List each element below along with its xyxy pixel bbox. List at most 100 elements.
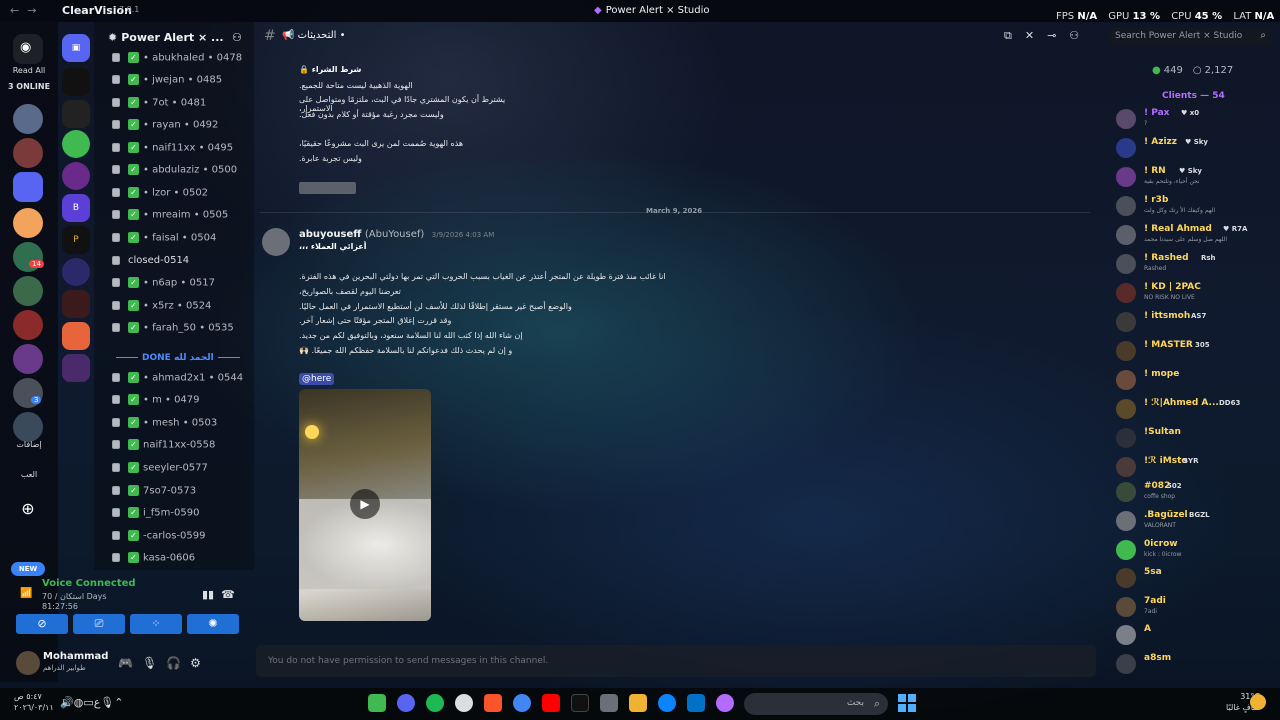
activity-button[interactable]: ⁘	[130, 614, 182, 634]
channel-item[interactable]: ✓ • 7ot • 0481	[112, 97, 252, 117]
edge-icon[interactable]	[658, 694, 676, 712]
avatar[interactable]	[16, 651, 40, 675]
server-icon[interactable]	[62, 100, 90, 128]
server-icon[interactable]	[13, 138, 43, 168]
screen-share-button[interactable]: ⎚	[73, 614, 125, 634]
play-icon[interactable]: ▶	[350, 489, 380, 519]
channel-item[interactable]: ✓ • lzor • 0502	[112, 187, 252, 207]
member-item[interactable]: !ℛ iMsto SYR	[1116, 455, 1276, 481]
read-all-button[interactable]: Read All	[0, 66, 58, 75]
channel-item[interactable]: ✓ • x5rz • 0524	[112, 300, 252, 320]
member-item[interactable]: ! KD | 2PAC NO RISK NO LIVE	[1116, 281, 1276, 307]
user-controls[interactable]: 🎮🎙🎧⚙	[118, 656, 210, 670]
server-icon[interactable]	[62, 354, 90, 382]
server-icon[interactable]	[13, 344, 43, 374]
channel-item[interactable]: ✓ -carlos-0599	[112, 530, 252, 550]
taskbar-search[interactable]: بحث ⌕	[744, 693, 888, 715]
camera-off-button[interactable]: ⊘	[16, 614, 68, 634]
avatar[interactable]	[262, 228, 290, 256]
server-icon[interactable]	[62, 162, 90, 190]
channel-item[interactable]: ✓ • abdulaziz • 0500	[112, 164, 252, 184]
member-item[interactable]: 7adi 7adi	[1116, 595, 1276, 621]
app-icon[interactable]	[368, 694, 386, 712]
server-icon[interactable]	[62, 290, 90, 318]
server-icon[interactable]	[62, 322, 90, 350]
member-item[interactable]: ! ittsmoh AS7	[1116, 310, 1276, 336]
tiktok-icon[interactable]	[571, 694, 589, 712]
copilot-icon[interactable]	[716, 694, 734, 712]
server-icon[interactable]	[13, 208, 43, 238]
app-icon[interactable]	[455, 694, 473, 712]
signal-icon[interactable]: 📶	[20, 588, 32, 599]
spoiler-block[interactable]	[299, 182, 356, 194]
member-item[interactable]: A	[1116, 623, 1276, 649]
discord-home-icon[interactable]: ◉	[13, 34, 43, 64]
outlook-icon[interactable]	[687, 694, 705, 712]
member-item[interactable]: ! MASTER 305	[1116, 339, 1276, 365]
server-icon[interactable]	[13, 310, 43, 340]
soundboard-button[interactable]: ✺	[187, 614, 239, 634]
member-item[interactable]: ! mope	[1116, 368, 1276, 394]
voice-status[interactable]: Voice Connected	[42, 578, 136, 589]
member-item[interactable]: ! r3b الهم وكيفك الأ رتك وكل ولت	[1116, 194, 1276, 220]
channel-item[interactable]: ✓ • naif11xx • 0495	[112, 142, 252, 162]
member-item[interactable]: 5sa	[1116, 566, 1276, 592]
brave-icon[interactable]	[484, 694, 502, 712]
server-icon[interactable]	[62, 258, 90, 286]
system-tray[interactable]: 🔊◍▭ع🎙⌃	[60, 696, 123, 709]
channel-item[interactable]: ✓ seeyler-0577	[112, 462, 252, 482]
windows-start-icon[interactable]	[898, 694, 916, 712]
server-icon[interactable]: B	[62, 194, 90, 222]
mention-here[interactable]: @here	[299, 373, 335, 385]
channel-item[interactable]: ✓ • mesh • 0503	[112, 417, 252, 437]
channel-item[interactable]: ✓ • rayan • 0492	[112, 119, 252, 139]
channel-item[interactable]: ✓ • farah_50 • 0535	[112, 322, 252, 342]
channel-item[interactable]: closed-0514	[112, 255, 252, 275]
channel-item[interactable]: ✓ • n6ap • 0517	[112, 277, 252, 297]
add-member-icon[interactable]: ⚇	[232, 31, 242, 44]
server-icon[interactable]: 14	[13, 242, 44, 272]
member-item[interactable]: ! Rashed Rsh Rashed	[1116, 252, 1276, 278]
member-item[interactable]: 0icrow kick : 0icrow	[1116, 538, 1276, 564]
add-server-icon[interactable]: ⊕	[13, 494, 43, 524]
server-icon[interactable]	[62, 68, 90, 96]
channel-item[interactable]: ✓ • faisal • 0504	[112, 232, 252, 252]
channel-item[interactable]: ✓ 7so7-0573	[112, 485, 252, 505]
category-header[interactable]: DONE الحمد لله	[112, 353, 242, 363]
server-icon[interactable]	[62, 130, 90, 158]
message-composer[interactable]: You do not have permission to send messa…	[256, 645, 1096, 677]
back-forward-arrows[interactable]: ←→	[10, 4, 44, 17]
header-toolbar[interactable]: ⧉✕⊸⚇	[1004, 29, 1092, 43]
voice-controls[interactable]: ▮▮ ☎	[202, 588, 235, 601]
member-item[interactable]: ! Pax ♥ x0?	[1116, 107, 1276, 133]
server-header[interactable]: ✹ Power Alert × ... ⚇	[108, 31, 248, 44]
member-item[interactable]: ! ℛ|Ahmed A... DD63	[1116, 397, 1276, 423]
server-icon[interactable]	[13, 104, 43, 134]
member-item[interactable]: ! Azizz ♥ Sky	[1116, 136, 1276, 162]
username[interactable]: Mohammad	[43, 651, 108, 662]
member-item[interactable]: .Bagüzel BGZL VALORANT	[1116, 509, 1276, 535]
channel-item[interactable]: ✓ • abukhaled • 0478	[112, 52, 252, 72]
server-icon[interactable]: 3	[13, 378, 43, 408]
youtube-icon[interactable]	[542, 694, 560, 712]
member-item[interactable]: a8sm	[1116, 652, 1276, 678]
message-author[interactable]: abuyouseff (AbuYousef) 3/9/2026 4:03 AM	[299, 229, 494, 240]
channel-item[interactable]: ✓ i_f5m-0590	[112, 507, 252, 527]
channel-item[interactable]: ✓ • jwejan • 0485	[112, 74, 252, 94]
member-item[interactable]: ! RN ♥ Sky نحن أحياء، ونلتحم بقية	[1116, 165, 1276, 191]
server-icon[interactable]	[13, 276, 43, 306]
spotify-icon[interactable]	[426, 694, 444, 712]
channel-item[interactable]: ✓ • mreaim • 0505	[112, 209, 252, 229]
channel-item[interactable]: ✓ • ahmad2x1 • 0544	[112, 372, 252, 392]
channel-item[interactable]: ✓ kasa-0606	[112, 552, 252, 572]
server-icon[interactable]: P	[62, 226, 90, 254]
channel-item[interactable]: ✓ naif11xx-0558	[112, 439, 252, 459]
member-item[interactable]: #082 502 coffe shop	[1116, 480, 1276, 506]
channel-item[interactable]: ✓ • m • 0479	[112, 394, 252, 414]
member-item[interactable]: !Sultan	[1116, 426, 1276, 452]
folder-icon[interactable]	[629, 694, 647, 712]
video-attachment[interactable]: ▶	[299, 389, 431, 621]
calculator-icon[interactable]	[600, 694, 618, 712]
server-icon[interactable]	[13, 412, 43, 442]
member-item[interactable]: ! Real Ahmad ♥ R7A اللهم صل وسلم على سيدنا…	[1116, 223, 1276, 249]
